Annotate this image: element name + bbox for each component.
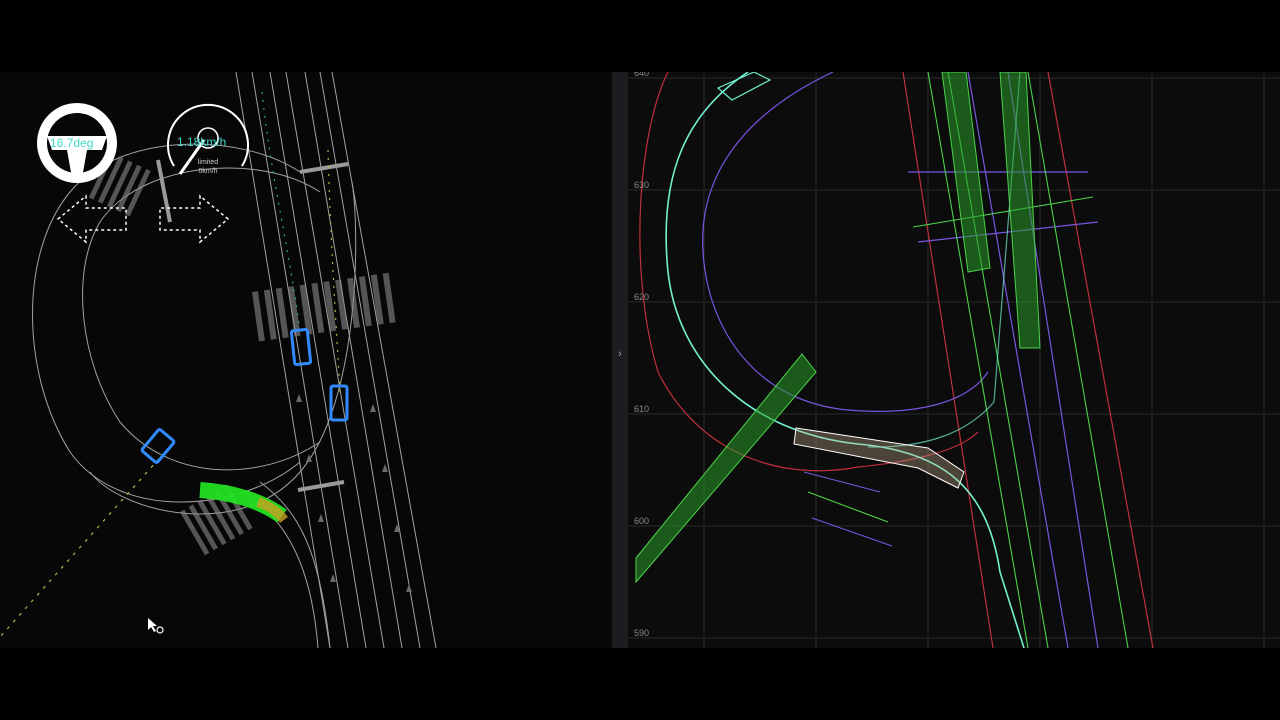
right-turn-signal-icon [159, 194, 230, 244]
speed-limit-value: 0km/h [198, 168, 218, 175]
speed-limit-label: limited [197, 159, 219, 166]
obstacle-vehicle [140, 428, 176, 464]
y-tick-label: 640 [634, 72, 650, 78]
lane-arrows [296, 394, 412, 592]
pane-divider[interactable]: › [612, 72, 628, 648]
vehicle-outline [716, 72, 772, 101]
collapse-chevron-icon[interactable]: › [612, 342, 628, 366]
steering-angle-readout: 16.7deg [50, 136, 94, 150]
y-tick-label: 620 [634, 292, 650, 302]
purple-markers [803, 471, 893, 547]
y-tick-label: 600 [634, 516, 650, 526]
y-tick-label: 590 [634, 628, 650, 638]
letterbox-top [0, 0, 1280, 72]
left-turn-signal-icon [56, 194, 127, 244]
scene-view[interactable]: 16.7deg 1.18km/h limited 0km/h [0, 72, 612, 648]
planning-plot[interactable]: 640 630 620 610 600 590 [628, 72, 1280, 648]
speed-readout: 1.18km/h [177, 135, 227, 149]
obstacle-corridors [635, 72, 1041, 584]
mouse-cursor-icon [148, 618, 164, 634]
red-boundaries [639, 72, 1154, 648]
letterbox-bottom [0, 648, 1280, 720]
y-tick-label: 610 [634, 404, 650, 414]
ego-footprint [793, 427, 965, 489]
purple-lines [702, 72, 1099, 648]
reference-path-secondary [867, 72, 1021, 448]
plot-canvas [628, 72, 1280, 648]
y-tick-label: 630 [634, 180, 650, 190]
obstacle-vehicle [289, 327, 313, 367]
